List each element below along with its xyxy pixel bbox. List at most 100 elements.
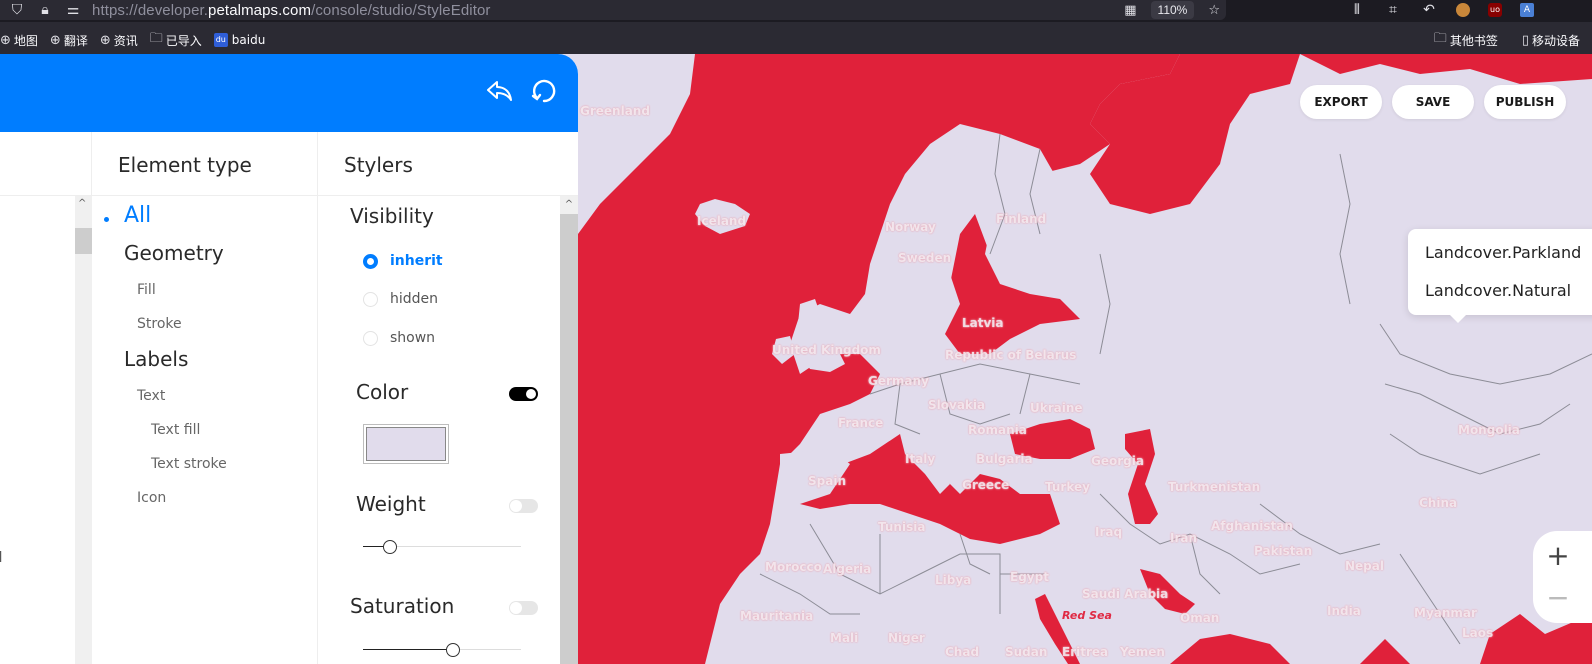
feature-type-partial-text[interactable]: ol <box>0 550 2 566</box>
map-country-label: Mali <box>830 631 859 645</box>
zoom-out-button[interactable]: − <box>1543 583 1573 613</box>
map-country-label: Niger <box>888 631 925 645</box>
map-country-label: Chad <box>945 645 980 659</box>
scroll-up-icon[interactable]: ^ <box>78 198 86 209</box>
url-host: petalmaps.com <box>208 1 312 19</box>
bookmark-label: 已导入 <box>165 33 202 48</box>
url-text[interactable]: https://developer.petalmaps.com/console/… <box>92 2 491 19</box>
url-path: /console/studio/StyleEditor <box>311 1 491 19</box>
map-country-label: Myanmar <box>1414 606 1477 620</box>
ublock-icon[interactable]: uo <box>1488 3 1502 17</box>
popover-item-natural[interactable]: Landcover.Natural <box>1425 281 1571 300</box>
permissions-icon[interactable]: ⚌ <box>62 2 84 18</box>
reset-button[interactable] <box>528 74 560 106</box>
globe-icon: ⊕ <box>99 32 111 48</box>
column-headers: Element type Stylers <box>0 132 578 196</box>
weight-slider[interactable] <box>363 540 521 554</box>
map-country-label: Georgia <box>1091 454 1144 468</box>
stylers-scrollbar[interactable]: ^ <box>560 196 578 664</box>
map-country-label: Greece <box>962 478 1010 492</box>
element-type-geometry[interactable]: Geometry <box>124 241 224 265</box>
element-type-text[interactable]: Text <box>137 388 165 404</box>
map-country-label: Morocco <box>765 560 822 574</box>
translate-extension-icon[interactable]: A <box>1520 3 1534 17</box>
bookmark-star-icon[interactable]: ☆ <box>1208 3 1220 18</box>
folder-icon: 🗀 <box>1433 31 1447 46</box>
feature-list-scrollbar[interactable]: ^ <box>75 196 92 664</box>
undo-button[interactable] <box>484 74 516 106</box>
panel-header <box>0 54 578 132</box>
publish-button[interactable]: PUBLISH <box>1484 85 1566 119</box>
map-country-label: Saudi Arabia <box>1082 587 1169 601</box>
scrollbar-thumb[interactable] <box>75 228 92 254</box>
color-toggle[interactable] <box>509 387 538 401</box>
bookmark-item[interactable]: ⊕ 翻译 <box>50 32 88 49</box>
element-type-text-fill[interactable]: Text fill <box>151 422 200 438</box>
element-type-text-stroke[interactable]: Text stroke <box>151 456 227 472</box>
export-button[interactable]: EXPORT <box>1300 85 1382 119</box>
back-arrow-icon[interactable]: ↶ <box>1420 2 1438 18</box>
map-country-label: Iraq <box>1095 525 1123 539</box>
slider-fill <box>363 649 454 650</box>
active-bullet <box>104 217 109 222</box>
element-type-icon[interactable]: Icon <box>137 490 166 506</box>
map-country-label: Slovakia <box>928 398 986 412</box>
visibility-option-hidden[interactable]: hidden <box>363 291 438 307</box>
bookmark-label: baidu <box>231 33 266 47</box>
lock-icon[interactable]: 🔒︎ <box>34 2 56 18</box>
bookmark-item[interactable]: du baidu <box>213 33 266 47</box>
bookmark-item[interactable]: ⊕ 资讯 <box>100 32 138 49</box>
map-country-label: Libya <box>935 573 972 587</box>
extension-owl-icon[interactable] <box>1456 3 1470 17</box>
map-country-label: Mongolia <box>1458 423 1520 437</box>
folder-icon: 🗀 <box>149 31 163 46</box>
element-type-heading: Element type <box>118 153 252 177</box>
radio-unchecked[interactable] <box>363 291 378 307</box>
stylers-heading: Stylers <box>344 153 413 177</box>
address-bar[interactable]: ⛉ 🔒︎ ⚌ https://developer.petalmaps.com/c… <box>0 0 1226 20</box>
map-country-label: Egypt <box>1010 570 1049 584</box>
globe-icon: ⊕ <box>0 32 11 48</box>
map-country-label: Finland <box>996 212 1047 226</box>
visibility-title: Visibility <box>350 204 434 228</box>
slider-knob[interactable] <box>446 643 461 657</box>
map-country-label: Turkmenistan <box>1168 480 1261 494</box>
saturation-slider[interactable] <box>363 643 521 657</box>
bookmark-label: 移动设备 <box>1531 33 1580 48</box>
stylers-panel: Visibility inherit hidden shown Color We… <box>318 196 560 664</box>
element-type-stroke[interactable]: Stroke <box>137 316 182 332</box>
save-button[interactable]: SAVE <box>1392 85 1474 119</box>
color-swatch[interactable] <box>363 424 449 464</box>
element-type-fill[interactable]: Fill <box>137 282 156 298</box>
element-type-all[interactable]: All <box>124 203 151 228</box>
element-type-labels[interactable]: Labels <box>124 347 188 371</box>
bookmark-item[interactable]: ⊕ 地图 <box>0 32 38 49</box>
radio-unchecked[interactable] <box>363 330 378 346</box>
crop-icon[interactable]: ⌗ <box>1384 2 1402 18</box>
map-country-label: Sudan <box>1005 645 1048 659</box>
zoom-level-badge[interactable]: 110% <box>1150 1 1195 19</box>
other-bookmarks-folder[interactable]: 🗀 其他书签 <box>1434 29 1498 51</box>
bookmark-folder[interactable]: 🗀 已导入 <box>150 29 202 51</box>
bookmark-label: 其他书签 <box>1449 33 1498 48</box>
shield-icon[interactable]: ⛉ <box>6 2 28 18</box>
scroll-up-icon[interactable]: ^ <box>560 196 578 214</box>
popover-item-parkland[interactable]: Landcover.Parkland <box>1425 243 1581 262</box>
radio-label: shown <box>390 330 436 346</box>
zoom-in-button[interactable]: + <box>1543 541 1573 571</box>
library-icon[interactable]: ⫴ <box>1348 2 1366 18</box>
qr-code-icon[interactable]: ▦ <box>1124 3 1136 18</box>
map-country-label: Yemen <box>1120 645 1165 659</box>
undo-icon <box>487 81 512 101</box>
weight-toggle[interactable] <box>509 499 538 513</box>
visibility-option-shown[interactable]: shown <box>363 330 435 346</box>
saturation-toggle[interactable] <box>509 601 538 615</box>
slider-knob[interactable] <box>382 540 397 554</box>
map-country-label: Spain <box>808 474 846 488</box>
mobile-bookmarks[interactable]: ▯ 移动设备 <box>1522 32 1580 49</box>
radio-checked[interactable] <box>363 253 378 269</box>
map-country-label: Ukraine <box>1030 401 1083 415</box>
bookmark-label: 翻译 <box>63 33 88 48</box>
visibility-option-inherit[interactable]: inherit <box>363 253 443 269</box>
map-country-label: Iran <box>1170 531 1198 545</box>
